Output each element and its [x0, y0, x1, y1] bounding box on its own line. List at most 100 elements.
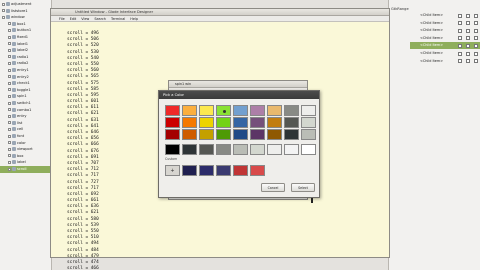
color-swatch[interactable] [182, 129, 197, 140]
property-row[interactable]: <Child Item> [410, 20, 480, 27]
color-swatch[interactable] [250, 129, 265, 140]
expander-icon[interactable] [8, 42, 11, 46]
color-swatch[interactable] [250, 105, 265, 116]
color-swatch[interactable] [267, 144, 282, 155]
expander-icon[interactable] [2, 9, 5, 13]
color-swatch[interactable] [165, 105, 180, 116]
color-swatch[interactable] [199, 117, 214, 128]
color-swatch[interactable] [182, 117, 197, 128]
property-checkbox[interactable] [474, 36, 478, 41]
property-checkbox[interactable] [474, 59, 478, 64]
color-swatch[interactable] [216, 105, 231, 116]
color-swatch[interactable] [199, 105, 214, 116]
widget-tree-panel[interactable]: adjustment liststore1 window box1 button1 fix… [0, 0, 52, 270]
property-checkbox[interactable] [458, 59, 462, 64]
menu-item[interactable]: Terminal [111, 17, 125, 21]
property-checkbox[interactable] [466, 36, 470, 41]
expander-icon[interactable] [8, 22, 11, 26]
color-swatch[interactable] [165, 129, 180, 140]
color-swatch[interactable] [216, 117, 231, 128]
color-swatch[interactable] [165, 144, 180, 155]
expander-icon[interactable] [8, 35, 11, 39]
property-row[interactable]: <Child Item> [410, 35, 480, 42]
custom-color-swatch[interactable] [216, 165, 231, 176]
expander-icon[interactable] [8, 121, 11, 125]
color-swatch[interactable] [233, 117, 248, 128]
menu-item[interactable]: Edit [70, 17, 77, 21]
color-swatch[interactable] [250, 144, 265, 155]
tree-item[interactable]: scroll [0, 166, 52, 173]
color-swatch[interactable] [267, 117, 282, 128]
property-checkbox[interactable] [458, 13, 462, 18]
custom-color-swatch[interactable] [182, 165, 197, 176]
expander-icon[interactable] [8, 154, 11, 158]
property-checkbox[interactable] [466, 13, 470, 18]
color-swatch[interactable] [284, 117, 299, 128]
property-checkbox[interactable] [466, 43, 470, 48]
property-checkbox[interactable] [474, 13, 478, 18]
color-swatch[interactable] [284, 105, 299, 116]
property-checkbox[interactable] [466, 21, 470, 26]
expander-icon[interactable] [8, 88, 11, 92]
color-swatch[interactable] [233, 144, 248, 155]
property-checkbox[interactable] [458, 51, 462, 56]
color-picker-dialog[interactable]: Pick a Color Custom + Cancel Select [158, 90, 320, 198]
property-checkbox[interactable] [474, 43, 478, 48]
property-checkbox[interactable] [458, 43, 462, 48]
property-row[interactable]: <Child Item> [410, 58, 480, 65]
menu-item[interactable]: Search [94, 17, 106, 21]
custom-color-swatch[interactable] [233, 165, 248, 176]
color-swatch[interactable] [216, 129, 231, 140]
color-swatch[interactable] [233, 105, 248, 116]
expander-icon[interactable] [8, 68, 11, 72]
custom-color-swatch[interactable] [250, 165, 265, 176]
expander-icon[interactable] [8, 28, 11, 32]
property-row[interactable]: <Child Item> [410, 50, 480, 57]
color-swatch[interactable] [267, 129, 282, 140]
color-swatch[interactable] [165, 117, 180, 128]
property-row[interactable]: <Child Item> [410, 27, 480, 34]
color-swatch[interactable] [216, 144, 231, 155]
expander-icon[interactable] [8, 160, 11, 164]
expander-icon[interactable] [8, 141, 11, 145]
color-swatch[interactable] [284, 144, 299, 155]
expander-icon[interactable] [2, 2, 5, 6]
menu-item[interactable]: Help [130, 17, 138, 21]
property-checkbox[interactable] [466, 59, 470, 64]
expander-icon[interactable] [8, 101, 11, 105]
color-swatch[interactable] [284, 129, 299, 140]
property-checkbox[interactable] [458, 21, 462, 26]
property-row[interactable]: <Child Item> [410, 12, 480, 19]
color-swatch[interactable] [233, 129, 248, 140]
menu-item[interactable]: File [59, 17, 65, 21]
expander-icon[interactable] [8, 94, 11, 98]
expander-icon[interactable] [8, 127, 11, 131]
color-swatch[interactable] [199, 129, 214, 140]
expander-icon[interactable] [8, 81, 11, 85]
color-swatch[interactable] [199, 144, 214, 155]
expander-icon[interactable] [2, 15, 5, 19]
expander-icon[interactable] [8, 75, 11, 79]
expander-icon[interactable] [8, 61, 11, 65]
color-swatch[interactable] [267, 105, 282, 116]
expander-icon[interactable] [8, 108, 11, 112]
property-row[interactable]: <Child Item> [410, 42, 480, 50]
cancel-button[interactable]: Cancel [261, 183, 285, 192]
expander-icon[interactable] [8, 134, 11, 138]
color-swatch[interactable] [301, 144, 316, 155]
property-checkbox[interactable] [474, 51, 478, 56]
property-checkbox[interactable] [466, 51, 470, 56]
color-swatch[interactable] [301, 129, 316, 140]
property-checkbox[interactable] [458, 28, 462, 33]
select-button[interactable]: Select [291, 183, 315, 192]
expander-icon[interactable] [8, 167, 11, 171]
custom-color-swatch[interactable] [199, 165, 214, 176]
expander-icon[interactable] [8, 147, 11, 151]
color-swatch[interactable] [182, 105, 197, 116]
property-checkbox[interactable] [466, 28, 470, 33]
color-swatch[interactable] [301, 105, 316, 116]
color-swatch[interactable] [182, 144, 197, 155]
color-swatch[interactable] [301, 117, 316, 128]
expander-icon[interactable] [8, 55, 11, 59]
property-checkbox[interactable] [458, 36, 462, 41]
